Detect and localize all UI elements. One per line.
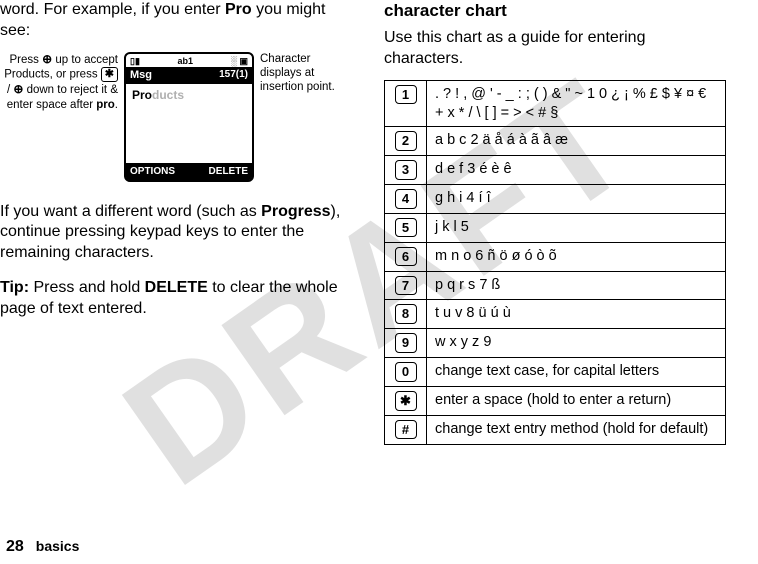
tip-delete: DELETE [145,279,208,296]
keypad-8-icon: 8 [395,304,417,324]
page-number: 28 [6,538,24,556]
character-chart-heading: character chart [384,0,726,22]
keypad-cell: 4 [385,185,427,214]
cl-l1: Press [9,54,42,66]
table-row: ✱ enter a space (hold to enter a return) [385,386,726,415]
cl-pro: pro [96,99,115,111]
table-row: # change text entry method (hold for defa… [385,415,726,444]
intro-paragraph: word. For example, if you enter Pro you … [0,0,356,42]
keypad-cell: # [385,415,427,444]
table-row: 7 p q r s 7 ß [385,271,726,300]
table-row: 0 change text case, for capital letters [385,358,726,387]
p2a: If you want a different word (such as [0,203,261,220]
table-row: 5 j k l 5 [385,213,726,242]
right-callout: Character displays at insertion point. [260,52,338,95]
intro-text-1: word. For example, if you enter [0,1,225,18]
keypad-cell: 9 [385,329,427,358]
keypad-cell: 3 [385,156,427,185]
keypad-cell: 8 [385,300,427,329]
tip-a: Press and hold [29,279,145,296]
table-row: 4 g h i 4 í î [385,185,726,214]
right-column: character chart Use this chart as a guid… [370,0,740,445]
table-row: 6 m n o 6 ñ ö ø ó ò õ [385,242,726,271]
chars-cell: g h i 4 í î [427,185,726,214]
table-row: 2 a b c 2 ä å á à ã â æ [385,127,726,156]
table-row: 9 w x y z 9 [385,329,726,358]
table-row: 3 d e f 3 é è ê [385,156,726,185]
char-count: 157(1) [219,68,248,82]
chars-cell: t u v 8 ü ú ù [427,300,726,329]
keypad-cell: ✱ [385,386,427,415]
keypad-6-icon: 6 [395,247,417,267]
keypad-cell: 0 [385,358,427,387]
chars-cell: m n o 6 ñ ö ø ó ò õ [427,242,726,271]
typed-pro: Pro [132,88,152,102]
screen-title: Msg [130,68,152,82]
keypad-cell: 2 [385,127,427,156]
softkey-row: OPTIONS DELETE [126,163,252,180]
chars-cell: d e f 3 é è ê [427,156,726,185]
softkey-options: OPTIONS [130,165,175,178]
chars-cell: . ? ! , @ ' - _ : ; ( ) & " ~ 1 0 ¿ ¡ % … [427,80,726,127]
left-column: word. For example, if you enter Pro you … [0,0,370,445]
table-row: 8 t u v 8 ü ú ù [385,300,726,329]
text-entry-area: Products [126,84,252,163]
keypad-9-icon: 9 [395,333,417,353]
battery-icon: ░ ▣ [231,56,248,68]
chart-intro: Use this chart as a guide for entering c… [384,28,726,70]
keypad-3-icon: 3 [395,160,417,180]
keypad-5-icon: 5 [395,218,417,238]
chars-cell: change text entry method (hold for defau… [427,415,726,444]
chars-cell: a b c 2 ä å á à ã â æ [427,127,726,156]
status-mode: ab1 [178,56,194,68]
keypad-cell: 6 [385,242,427,271]
phone-illustration: Press ⊕ up to accept Products, or press … [0,52,356,182]
keypad-7-icon: 7 [395,276,417,296]
tip-label: Tip: [0,279,29,296]
left-callout: Press ⊕ up to accept Products, or press … [0,52,118,112]
chars-cell: w x y z 9 [427,329,726,358]
intro-pro: Pro [225,1,252,18]
status-bar: ▯▮ ab1 ░ ▣ [126,54,252,68]
p2-progress: Progress [261,203,330,220]
chars-cell: enter a space (hold to enter a return) [427,386,726,415]
chapter-name: basics [36,538,80,554]
chars-cell: change text case, for capital letters [427,358,726,387]
phone-screen: ▯▮ ab1 ░ ▣ Msg 157(1) Products OPTIONS D… [124,52,254,182]
star-key-icon: ✱ [101,67,118,82]
cl-period: . [115,99,118,111]
keypad-0-icon: 0 [395,362,417,382]
typed-suggestion: ducts [152,88,184,102]
keypad-cell: 7 [385,271,427,300]
signal-icon: ▯▮ [130,56,140,68]
screen-title-row: Msg 157(1) [126,67,252,83]
nav-icon-2: ⊕ [13,82,23,96]
paragraph-different-word: If you want a different word (such as Pr… [0,202,356,264]
character-chart-table: 1 . ? ! , @ ' - _ : ; ( ) & " ~ 1 0 ¿ ¡ %… [384,80,726,445]
page-footer: 28 basics [0,538,79,556]
table-row: 1 . ? ! , @ ' - _ : ; ( ) & " ~ 1 0 ¿ ¡ %… [385,80,726,127]
softkey-delete: DELETE [209,165,248,178]
keypad-star-icon: ✱ [395,391,417,411]
tip-paragraph: Tip: Press and hold DELETE to clear the … [0,278,356,320]
chars-cell: p q r s 7 ß [427,271,726,300]
keypad-hash-icon: # [395,420,417,440]
keypad-4-icon: 4 [395,189,417,209]
nav-icon: ⊕ [42,52,52,66]
page-columns: word. For example, if you enter Pro you … [0,0,758,445]
chars-cell: j k l 5 [427,213,726,242]
keypad-2-icon: 2 [395,131,417,151]
keypad-1-icon: 1 [395,85,417,105]
keypad-cell: 5 [385,213,427,242]
keypad-cell: 1 [385,80,427,127]
